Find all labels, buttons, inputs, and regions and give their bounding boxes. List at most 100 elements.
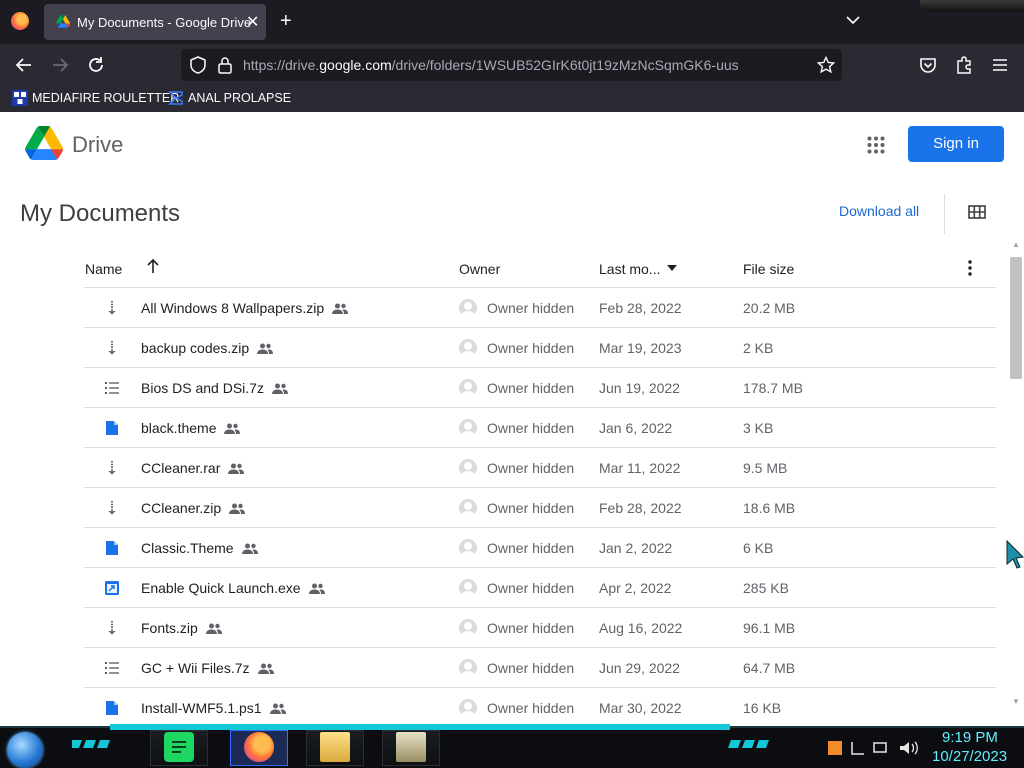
grid-view-icon[interactable] <box>968 205 986 219</box>
owner-avatar <box>459 619 477 637</box>
url-path: /drive/folders/1WSUB52GIrK6t0jt19zMzNcSq… <box>391 57 739 73</box>
drive-brand-text[interactable]: Drive <box>72 132 123 158</box>
taskbar-clock-time[interactable]: 9:19 PM <box>942 729 998 746</box>
browser-tab-bar: My Documents - Google Drive ✕ + <box>0 0 1024 44</box>
shared-people-icon <box>332 303 349 314</box>
taskbar-file-explorer-icon[interactable] <box>320 732 350 762</box>
toolbar-divider <box>944 194 945 234</box>
google-drive-logo-icon[interactable] <box>25 126 63 160</box>
file-name[interactable]: Classic.Theme <box>141 540 258 556</box>
file-name[interactable]: All Windows 8 Wallpapers.zip <box>141 300 349 316</box>
chevron-down-icon[interactable] <box>845 12 861 28</box>
bookmark-mediafire[interactable]: MEDIAFIRE ROULETTER <box>32 91 179 105</box>
file-size: 64.7 MB <box>743 660 796 676</box>
table-row[interactable]: black.theme Owner hidden Jan 6, 2022 3 KB <box>84 408 996 448</box>
file-modified-date: Jan 2, 2022 <box>599 540 673 556</box>
file-name[interactable]: Bios DS and DSi.7z <box>141 380 288 396</box>
owner-avatar <box>459 419 477 437</box>
drive-page: Drive Sign in My Documents Download all … <box>0 112 1024 726</box>
file-modified-date: Jun 29, 2022 <box>599 660 680 676</box>
file-owner: Owner hidden <box>487 460 575 476</box>
file-list: All Windows 8 Wallpapers.zip Owner hidden… <box>84 288 996 726</box>
file-name-text: Enable Quick Launch.exe <box>141 580 301 596</box>
table-row[interactable]: Bios DS and DSi.7z Owner hidden Jun 19, 20… <box>84 368 996 408</box>
sort-dropdown-icon[interactable] <box>667 265 677 271</box>
table-row[interactable]: All Windows 8 Wallpapers.zip Owner hidden… <box>84 288 996 328</box>
column-header-size[interactable]: File size <box>743 261 794 277</box>
tab-close-icon[interactable]: ✕ <box>246 12 259 32</box>
hamburger-menu-icon[interactable] <box>990 55 1010 75</box>
file-size: 6 KB <box>743 540 774 556</box>
table-row[interactable]: GC + Wii Files.7z Owner hidden Jun 29, 202… <box>84 648 996 688</box>
new-tab-icon[interactable]: + <box>280 10 292 32</box>
file-size: 2 KB <box>743 340 774 356</box>
download-all-button[interactable]: Download all <box>839 203 919 219</box>
volume-icon <box>900 742 909 754</box>
back-arrow-icon[interactable] <box>14 55 34 75</box>
sort-ascending-arrow-icon[interactable] <box>146 258 160 274</box>
windows-taskbar: 9:19 PM 10/27/2023 <box>0 724 1024 768</box>
shield-icon[interactable] <box>189 56 207 74</box>
bookmark-star-icon[interactable] <box>817 56 835 74</box>
bookmark-second[interactable]: ANAL PROLAPSE <box>188 91 291 105</box>
blue-document-icon <box>106 701 118 715</box>
file-name[interactable]: black.theme <box>141 420 241 436</box>
file-name[interactable]: GC + Wii Files.7z <box>141 660 274 676</box>
file-name[interactable]: Install-WMF5.1.ps1 <box>141 700 286 716</box>
taskbar-firefox-icon[interactable] <box>244 732 274 762</box>
column-header-modified[interactable]: Last mo... <box>599 261 660 277</box>
column-header-name[interactable]: Name <box>85 261 122 277</box>
folder-title: My Documents <box>20 200 181 227</box>
table-row[interactable]: CCleaner.zip Owner hidden Feb 28, 2022 18.6… <box>84 488 996 528</box>
sigma-bookmark-icon <box>168 91 183 105</box>
reload-icon[interactable] <box>86 55 106 75</box>
table-row[interactable]: CCleaner.rar Owner hidden Mar 11, 2022 9.5 … <box>84 448 996 488</box>
owner-avatar <box>459 339 477 357</box>
taskbar-clock-date[interactable]: 10/27/2023 <box>932 748 1007 765</box>
table-row[interactable]: Enable Quick Launch.exe Owner hidden Apr 2… <box>84 568 996 608</box>
file-name[interactable]: CCleaner.zip <box>141 500 246 516</box>
file-owner: Owner hidden <box>487 380 575 396</box>
file-name[interactable]: Enable Quick Launch.exe <box>141 580 325 596</box>
scroll-down-arrow-icon[interactable]: ▼ <box>1012 697 1020 706</box>
file-name-text: Install-WMF5.1.ps1 <box>141 700 262 716</box>
owner-avatar <box>459 539 477 557</box>
url-text[interactable]: https://drive.google.com/drive/folders/1… <box>243 57 739 73</box>
file-modified-date: Feb 28, 2022 <box>599 500 682 516</box>
file-name[interactable]: backup codes.zip <box>141 340 274 356</box>
scroll-up-arrow-icon[interactable]: ▲ <box>1012 240 1020 249</box>
column-header-owner[interactable]: Owner <box>459 261 500 277</box>
taskbar-decoration-left <box>72 740 110 748</box>
table-row[interactable]: Install-WMF5.1.ps1 Owner hidden Mar 30, 20… <box>84 688 996 726</box>
table-row[interactable]: backup codes.zip Owner hidden Mar 19, 2023… <box>84 328 996 368</box>
file-size: 285 KB <box>743 580 789 596</box>
start-button[interactable] <box>7 732 43 768</box>
file-name[interactable]: CCleaner.rar <box>141 460 245 476</box>
pocket-icon[interactable] <box>918 55 938 75</box>
file-name-text: Fonts.zip <box>141 620 198 636</box>
file-table-header: Name Owner Last mo... File size <box>84 248 996 288</box>
system-tray-icons[interactable] <box>828 740 924 756</box>
firefox-menu-icon[interactable] <box>11 12 29 30</box>
file-size: 3 KB <box>743 420 774 436</box>
taskbar-package-app-icon[interactable] <box>396 732 426 762</box>
owner-avatar <box>459 299 477 317</box>
taskbar-notes-app-icon[interactable] <box>164 732 194 762</box>
google-drive-favicon-icon <box>56 15 70 28</box>
address-bar[interactable]: https://drive.google.com/drive/folders/1… <box>181 49 842 81</box>
scrollbar-thumb[interactable] <box>1010 257 1022 379</box>
bookmarks-toolbar: MEDIAFIRE ROULETTER ANAL PROLAPSE <box>0 86 1024 112</box>
tab-my-documents[interactable]: My Documents - Google Drive ✕ <box>44 4 266 40</box>
zip-archive-icon <box>108 341 116 355</box>
sign-in-button[interactable]: Sign in <box>908 126 1004 162</box>
file-name[interactable]: Fonts.zip <box>141 620 222 636</box>
extensions-icon[interactable] <box>954 55 974 75</box>
lock-icon[interactable] <box>217 56 233 74</box>
table-row[interactable]: Fonts.zip Owner hidden Aug 16, 2022 96.1 MB <box>84 608 996 648</box>
more-options-icon[interactable] <box>968 260 972 276</box>
forward-arrow-icon[interactable] <box>50 55 70 75</box>
file-owner: Owner hidden <box>487 500 575 516</box>
table-row[interactable]: Classic.Theme Owner hidden Jan 2, 2022 6 KB <box>84 528 996 568</box>
file-name-text: All Windows 8 Wallpapers.zip <box>141 300 325 316</box>
google-apps-grid-icon[interactable] <box>867 136 885 154</box>
